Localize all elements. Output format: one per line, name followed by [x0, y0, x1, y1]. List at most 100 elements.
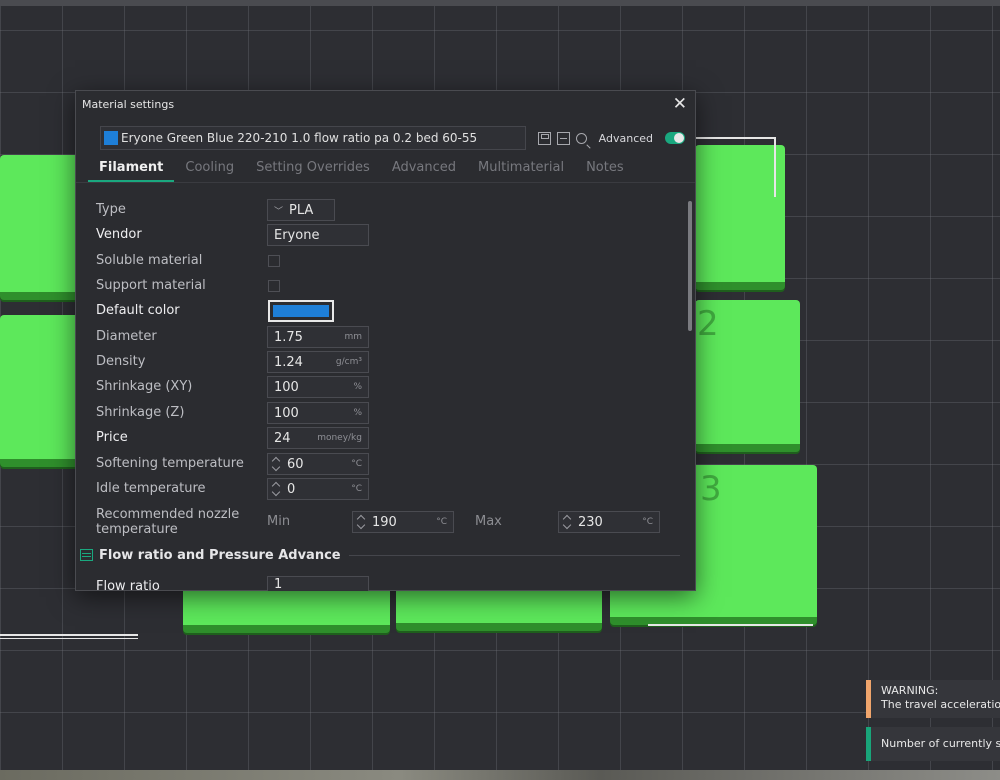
dialog-titlebar[interactable]: Material settings ✕: [76, 91, 695, 117]
density-label: Density: [96, 354, 146, 369]
tab-filament[interactable]: Filament: [88, 155, 175, 182]
bed-outline: [0, 634, 138, 636]
dialog-title: Material settings: [82, 97, 175, 111]
shrinkage-z-input[interactable]: 100 %: [267, 402, 369, 424]
warning-notification[interactable]: WARNING: The travel acceleration se: [866, 680, 1000, 718]
idle-temperature-value: 0: [287, 481, 296, 497]
softening-temperature-value: 60: [287, 456, 304, 472]
nozzle-max-unit: °C: [642, 517, 653, 527]
nozzle-max-value: 230: [578, 514, 603, 530]
spinner-icon[interactable]: [356, 514, 366, 530]
plate-number-2: 2: [697, 304, 721, 344]
diameter-label: Diameter: [96, 329, 157, 344]
close-icon[interactable]: ✕: [673, 95, 687, 113]
search-icon[interactable]: [575, 132, 587, 144]
info-notification[interactable]: Number of currently sele: [866, 727, 1000, 761]
tab-multimaterial[interactable]: Multimaterial: [467, 155, 575, 182]
shrinkage-z-value: 100: [274, 405, 299, 421]
tab-setting-overrides[interactable]: Setting Overrides: [245, 155, 381, 182]
idle-temperature-unit: °C: [351, 484, 362, 494]
model-plate-bottom-left[interactable]: [183, 585, 390, 633]
flow-ratio-value: 1: [274, 577, 283, 592]
preset-selector[interactable]: Eryone Green Blue 220-210 1.0 flow ratio…: [100, 126, 526, 150]
vendor-value: Eryone: [274, 227, 320, 243]
preset-tools: Advanced: [537, 131, 685, 145]
bed-outline: [774, 137, 776, 197]
nozzle-min-label: Min: [267, 514, 291, 529]
filament-settings-panel: Type ﹀ PLA Vendor Eryone Soluble materia…: [76, 189, 685, 591]
nozzle-min-input[interactable]: 190 °C: [352, 511, 454, 533]
density-value: 1.24: [274, 354, 303, 370]
type-value: PLA: [289, 202, 314, 218]
price-input[interactable]: 24 money/kg: [267, 427, 369, 449]
nozzle-min-unit: °C: [436, 517, 447, 527]
chevron-down-icon: ﹀: [274, 206, 284, 217]
idle-temperature-label: Idle temperature: [96, 481, 206, 496]
shrinkage-xy-unit: %: [353, 382, 362, 392]
flow-ratio-input[interactable]: 1: [267, 576, 369, 592]
nozzle-temperature-label: Recommended nozzle temperature: [96, 507, 239, 537]
shrinkage-z-unit: %: [353, 408, 362, 418]
spinner-icon[interactable]: [562, 514, 572, 530]
shrinkage-z-label: Shrinkage (Z): [96, 405, 185, 420]
shrinkage-xy-value: 100: [274, 379, 299, 395]
section-divider: [348, 554, 680, 556]
settings-tabs: Filament Cooling Setting Overrides Advan…: [76, 155, 695, 183]
list-icon: [80, 549, 93, 561]
nozzle-max-input[interactable]: 230 °C: [558, 511, 660, 533]
model-plate-bottom-middle[interactable]: [396, 585, 602, 631]
bed-outline: [690, 137, 776, 139]
spinner-icon[interactable]: [271, 456, 281, 472]
softening-temperature-input[interactable]: 60 °C: [267, 453, 369, 475]
vendor-label: Vendor: [96, 227, 142, 242]
preset-row: Eryone Green Blue 220-210 1.0 flow ratio…: [76, 123, 695, 153]
soluble-checkbox[interactable]: [268, 255, 280, 267]
tab-notes[interactable]: Notes: [575, 155, 635, 182]
section-title: Flow ratio and Pressure Advance: [99, 547, 341, 563]
scrollbar[interactable]: [688, 201, 692, 331]
plate-number-3: 3: [700, 469, 724, 509]
shrinkage-xy-label: Shrinkage (XY): [96, 379, 193, 394]
type-label: Type: [96, 202, 126, 217]
tab-cooling[interactable]: Cooling: [174, 155, 245, 182]
support-checkbox[interactable]: [268, 280, 280, 292]
model-plate-left-top[interactable]: [0, 155, 80, 300]
soluble-label: Soluble material: [96, 253, 203, 268]
model-plate-left-middle[interactable]: [0, 315, 80, 467]
shrinkage-xy-input[interactable]: 100 %: [267, 376, 369, 398]
density-input[interactable]: 1.24 g/cm³: [267, 351, 369, 373]
default-color-picker[interactable]: [268, 300, 334, 322]
bottom-status-strip: [0, 770, 1000, 780]
support-label: Support material: [96, 278, 206, 293]
default-color-label: Default color: [96, 303, 180, 318]
nozzle-label-line1: Recommended nozzle: [96, 507, 240, 522]
softening-temperature-unit: °C: [351, 459, 362, 469]
save-icon[interactable]: [537, 131, 551, 145]
flow-ratio-label: Flow ratio: [96, 579, 160, 594]
idle-temperature-input[interactable]: 0 °C: [267, 478, 369, 500]
model-plate-right-middle[interactable]: 2: [695, 300, 800, 452]
nozzle-label-line2: temperature: [96, 522, 178, 537]
advanced-label: Advanced: [598, 131, 653, 145]
info-text: Number of currently sele: [881, 737, 1000, 750]
softening-temperature-label: Softening temperature: [96, 456, 244, 471]
delete-preset-icon[interactable]: [556, 131, 570, 145]
material-settings-dialog: Material settings ✕ Eryone Green Blue 22…: [75, 90, 696, 594]
spinner-icon[interactable]: [271, 481, 281, 497]
price-value: 24: [274, 430, 291, 446]
default-color-swatch: [273, 305, 329, 317]
density-unit: g/cm³: [335, 357, 362, 367]
price-unit: money/kg: [317, 433, 362, 443]
vendor-input[interactable]: Eryone: [267, 224, 369, 246]
type-select[interactable]: ﹀ PLA: [267, 199, 335, 221]
model-plate-right-top[interactable]: [695, 145, 785, 290]
diameter-input[interactable]: 1.75 mm: [267, 326, 369, 348]
diameter-value: 1.75: [274, 329, 303, 345]
warning-text: The travel acceleration se: [881, 698, 1000, 711]
advanced-toggle[interactable]: [665, 132, 685, 144]
tab-advanced[interactable]: Advanced: [381, 155, 467, 182]
bed-outline: [0, 638, 138, 639]
preset-name: Eryone Green Blue 220-210 1.0 flow ratio…: [121, 131, 478, 145]
bed-outline: [648, 624, 813, 626]
filament-color-swatch: [104, 131, 118, 145]
